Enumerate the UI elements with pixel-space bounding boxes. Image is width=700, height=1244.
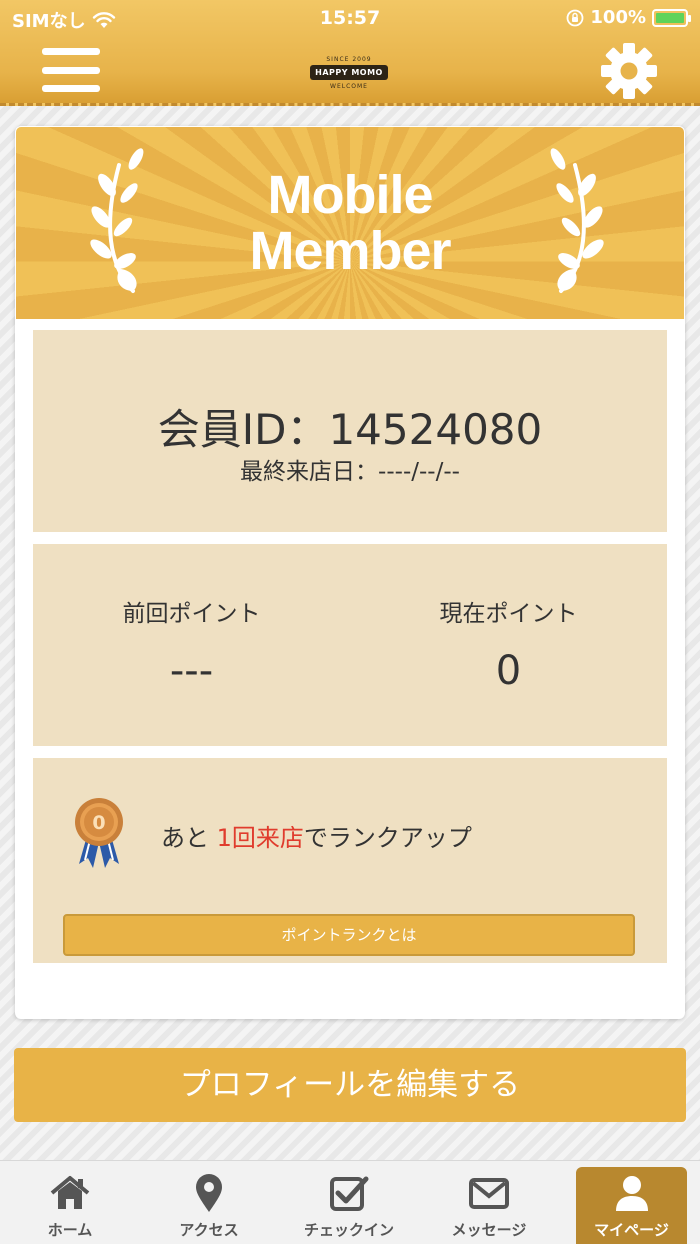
store-logo[interactable]: SINCE 2009 HAPPY MOMO WELCOME xyxy=(310,46,388,100)
rank-panel: 0 あと 1回来店でランクアップ ポイントランクとは xyxy=(33,758,667,963)
gear-icon[interactable] xyxy=(600,42,658,100)
map-pin-icon xyxy=(196,1174,222,1212)
envelope-icon xyxy=(469,1178,509,1209)
rank-text-after: でランクアップ xyxy=(303,824,472,852)
hamburger-menu-icon[interactable] xyxy=(42,44,100,96)
last-visit-date: 最終来店日：----/--/-- xyxy=(240,459,460,485)
previous-points-label: 前回ポイント xyxy=(122,601,261,627)
member-banner: Mobile Member xyxy=(16,127,684,319)
logo-since-text: SINCE 2009 xyxy=(326,56,372,63)
tab-checkin[interactable]: チェックイン xyxy=(280,1161,418,1244)
previous-points: 前回ポイント --- xyxy=(33,594,350,694)
current-points-value: 0 xyxy=(495,648,522,694)
rank-text-before: あと xyxy=(161,824,217,852)
member-card: Mobile Member 会員ID：14524080 最終来店日：----/-… xyxy=(15,126,685,1019)
tab-mypage[interactable]: マイページ xyxy=(576,1167,687,1244)
app-header: SIMなし 15:57 100% SINCE 2009 HAPPY MOMO W… xyxy=(0,0,700,106)
logo-welcome-text: WELCOME xyxy=(330,83,368,90)
orientation-lock-icon xyxy=(566,9,584,26)
tab-home-label: ホーム xyxy=(47,1221,93,1239)
tab-home[interactable]: ホーム xyxy=(1,1161,139,1244)
current-points-label: 現在ポイント xyxy=(439,601,578,627)
tab-access-label: アクセス xyxy=(179,1221,239,1239)
laurel-icon xyxy=(550,148,604,293)
edit-profile-button[interactable]: プロフィールを編集する xyxy=(14,1048,686,1122)
home-icon xyxy=(50,1176,90,1209)
status-bar: SIMなし 15:57 100% xyxy=(0,0,700,36)
member-id: 会員ID：14524080 xyxy=(157,405,543,454)
tab-checkin-label: チェックイン xyxy=(303,1221,394,1239)
battery-percent: 100% xyxy=(590,7,646,28)
tab-mypage-label: マイページ xyxy=(594,1221,669,1239)
medal-icon: 0 xyxy=(75,798,123,868)
points-panel: 前回ポイント --- 現在ポイント 0 xyxy=(33,544,667,746)
point-rank-info-button[interactable]: ポイントランクとは xyxy=(63,914,635,956)
medal-number: 0 xyxy=(92,812,105,834)
rank-text-accent: 1回来店 xyxy=(216,824,304,852)
bottom-tab-bar: ホーム アクセス チェックイン メッセージ マイページ xyxy=(0,1160,700,1244)
tab-access[interactable]: アクセス xyxy=(140,1161,278,1244)
previous-points-value: --- xyxy=(169,648,214,694)
user-icon xyxy=(615,1176,648,1211)
member-id-panel: 会員ID：14524080 最終来店日：----/--/-- xyxy=(33,330,667,532)
tab-message-label: メッセージ xyxy=(451,1221,527,1239)
tab-message[interactable]: メッセージ xyxy=(420,1161,558,1244)
logo-name: HAPPY MOMO xyxy=(310,65,388,80)
current-points: 現在ポイント 0 xyxy=(350,594,667,694)
battery-charging-icon xyxy=(652,8,691,27)
rank-up-message: あと 1回来店でランクアップ xyxy=(161,818,472,853)
checkin-icon xyxy=(330,1176,369,1211)
